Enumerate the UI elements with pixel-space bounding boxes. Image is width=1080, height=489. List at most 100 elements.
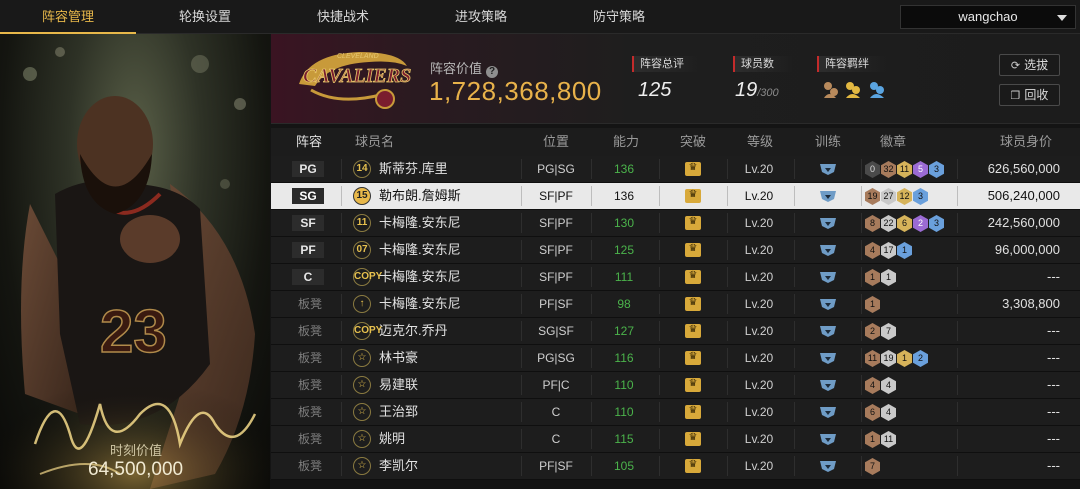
training-icon[interactable] — [819, 378, 837, 392]
tab-defense-strategy[interactable]: 防守策略 — [550, 0, 688, 34]
breakthrough-crown-icon[interactable] — [685, 161, 701, 176]
badge-icon: 11 — [865, 350, 880, 367]
player-position: SG|SF — [538, 324, 574, 338]
divider — [341, 294, 342, 314]
lineup-slot-bench[interactable]: 板凳 — [292, 426, 328, 452]
breakthrough-crown-icon[interactable] — [685, 296, 701, 311]
training-icon[interactable] — [819, 297, 837, 311]
table-row[interactable]: 板凳 ☆ 易建联 PF|C 110 Lv.20 44 --- — [271, 372, 1080, 399]
player-name[interactable]: 勒布朗.詹姆斯 — [379, 183, 461, 209]
player-name[interactable]: 迈克尔.乔丹 — [379, 318, 448, 344]
lineup-slot-bench[interactable]: 板凳 — [292, 372, 328, 398]
player-position: C — [551, 405, 561, 419]
training-icon[interactable] — [819, 432, 837, 446]
player-salary: 96,000,000 — [994, 242, 1060, 257]
table-row[interactable]: 板凳 COPY 迈克尔.乔丹 SG|SF 127 Lv.20 27 --- — [271, 318, 1080, 345]
lineup-slot[interactable]: C — [292, 269, 324, 285]
badge-list[interactable]: 11 19 1 2 — [865, 349, 929, 367]
user-dropdown[interactable]: wangchao — [900, 5, 1076, 29]
jersey-badge-icon: 14 — [353, 160, 371, 178]
badge-list[interactable]: 0 32 11 5 3 — [865, 160, 945, 178]
divider — [341, 375, 342, 395]
tab-quick-tactics[interactable]: 快捷战术 — [274, 0, 412, 34]
lineup-slot[interactable]: PG — [292, 161, 324, 177]
player-salary: 626,560,000 — [987, 161, 1060, 176]
badge-list[interactable]: 44 — [865, 376, 897, 394]
badge-icon: 11 — [897, 161, 912, 178]
badge-list[interactable]: 64 — [865, 403, 897, 421]
breakthrough-crown-icon[interactable] — [685, 377, 701, 392]
breakthrough-crown-icon[interactable] — [685, 350, 701, 365]
breakthrough-crown-icon[interactable] — [685, 215, 701, 230]
divider — [794, 267, 795, 287]
training-icon[interactable] — [819, 243, 837, 257]
lineup-bond-icons[interactable] — [822, 80, 892, 103]
player-name[interactable]: 卡梅隆.安东尼 — [379, 210, 461, 236]
player-name[interactable]: 卡梅隆.安东尼 — [379, 264, 461, 290]
badge-list[interactable]: 8 22 6 2 3 — [865, 214, 945, 232]
breakthrough-crown-icon[interactable] — [685, 458, 701, 473]
tab-offense-strategy[interactable]: 进攻策略 — [412, 0, 550, 34]
lineup-slot-bench[interactable]: 板凳 — [292, 318, 328, 344]
training-icon[interactable] — [819, 216, 837, 230]
badge-list[interactable]: 7 — [865, 457, 881, 475]
lineup-slot-bench[interactable]: 板凳 — [292, 399, 328, 425]
breakthrough-crown-icon[interactable] — [685, 242, 701, 257]
divider — [794, 186, 795, 206]
player-name[interactable]: 斯蒂芬.库里 — [379, 156, 448, 182]
training-icon[interactable] — [819, 351, 837, 365]
training-icon[interactable] — [819, 405, 837, 419]
training-icon[interactable] — [819, 270, 837, 284]
player-position: PF|C — [542, 378, 570, 392]
table-row[interactable]: 板凳 ↑ 卡梅隆.安东尼 PF|SF 98 Lv.20 1 3,308,800 — [271, 291, 1080, 318]
table-row[interactable]: 板凳 ☆ 李凯尔 PF|SF 105 Lv.20 7 --- — [271, 453, 1080, 480]
lineup-slot-bench[interactable]: 板凳 — [292, 345, 328, 371]
tab-rotation-settings[interactable]: 轮换设置 — [136, 0, 274, 34]
badge-list[interactable]: 11 — [865, 268, 897, 286]
training-icon[interactable] — [819, 189, 837, 203]
player-name[interactable]: 卡梅隆.安东尼 — [379, 237, 461, 263]
breakthrough-crown-icon[interactable] — [685, 323, 701, 338]
table-row[interactable]: SF 11 卡梅隆.安东尼 SF|PF 130 Lv.20 822623 242… — [271, 210, 1080, 237]
recycle-button[interactable]: ❐ 回收 — [999, 84, 1060, 106]
table-row[interactable]: 板凳 ☆ 林书豪 PG|SG 116 Lv.20 111912 --- — [271, 345, 1080, 372]
badge-list[interactable]: 27 — [865, 322, 897, 340]
badge-list[interactable]: 1 — [865, 295, 881, 313]
badge-icon: 2 — [913, 215, 928, 232]
player-name[interactable]: 姚明 — [379, 426, 405, 452]
lineup-slot-bench[interactable]: 板凳 — [292, 453, 328, 479]
player-name[interactable]: 卡梅隆.安东尼 — [379, 291, 461, 317]
breakthrough-crown-icon[interactable] — [685, 188, 701, 203]
training-icon[interactable] — [819, 459, 837, 473]
lineup-slot[interactable]: SG — [292, 188, 324, 204]
table-row[interactable]: PG 14 斯蒂芬.库里 PG|SG 136 Lv.20 0321153 626… — [271, 156, 1080, 183]
table-row[interactable]: 板凳 ☆ 王治郅 C 110 Lv.20 64 --- — [271, 399, 1080, 426]
lineup-slot[interactable]: PF — [292, 242, 324, 258]
jersey-badge-icon: ↑ — [353, 295, 371, 313]
lineup-slot[interactable]: SF — [292, 215, 324, 231]
lineup-slot-bench[interactable]: 板凳 — [292, 291, 328, 317]
player-name[interactable]: 王治郅 — [379, 399, 418, 425]
table-row[interactable]: 板凳 ☆ 姚明 C 115 Lv.20 111 --- — [271, 426, 1080, 453]
player-name[interactable]: 李凯尔 — [379, 453, 418, 479]
table-row[interactable]: SG 15 勒布朗.詹姆斯 SF|PF 136 Lv.20 1927123 50… — [271, 183, 1080, 210]
breakthrough-crown-icon[interactable] — [685, 431, 701, 446]
badge-icon: 1 — [897, 350, 912, 367]
player-level: Lv.20 — [744, 324, 774, 338]
badge-list[interactable]: 1 11 — [865, 430, 897, 448]
player-name[interactable]: 易建联 — [379, 372, 418, 398]
table-row[interactable]: C COPY 卡梅隆.安东尼 SF|PF 111 Lv.20 11 --- — [271, 264, 1080, 291]
training-icon[interactable] — [819, 162, 837, 176]
breakthrough-crown-icon[interactable] — [685, 269, 701, 284]
player-name[interactable]: 林书豪 — [379, 345, 418, 371]
player-level: Lv.20 — [744, 189, 774, 203]
select-button[interactable]: ⟳ 选拔 — [999, 54, 1060, 76]
chevron-down-icon — [1057, 15, 1067, 21]
badge-list[interactable]: 19 27 12 3 — [865, 187, 929, 205]
tab-lineup-management[interactable]: 阵容管理 — [0, 0, 136, 34]
badge-list[interactable]: 4 17 1 — [865, 241, 913, 259]
training-icon[interactable] — [819, 324, 837, 338]
badge-icon: 5 — [913, 161, 928, 178]
table-row[interactable]: PF 07 卡梅隆.安东尼 SF|PF 125 Lv.20 4171 96,00… — [271, 237, 1080, 264]
breakthrough-crown-icon[interactable] — [685, 404, 701, 419]
